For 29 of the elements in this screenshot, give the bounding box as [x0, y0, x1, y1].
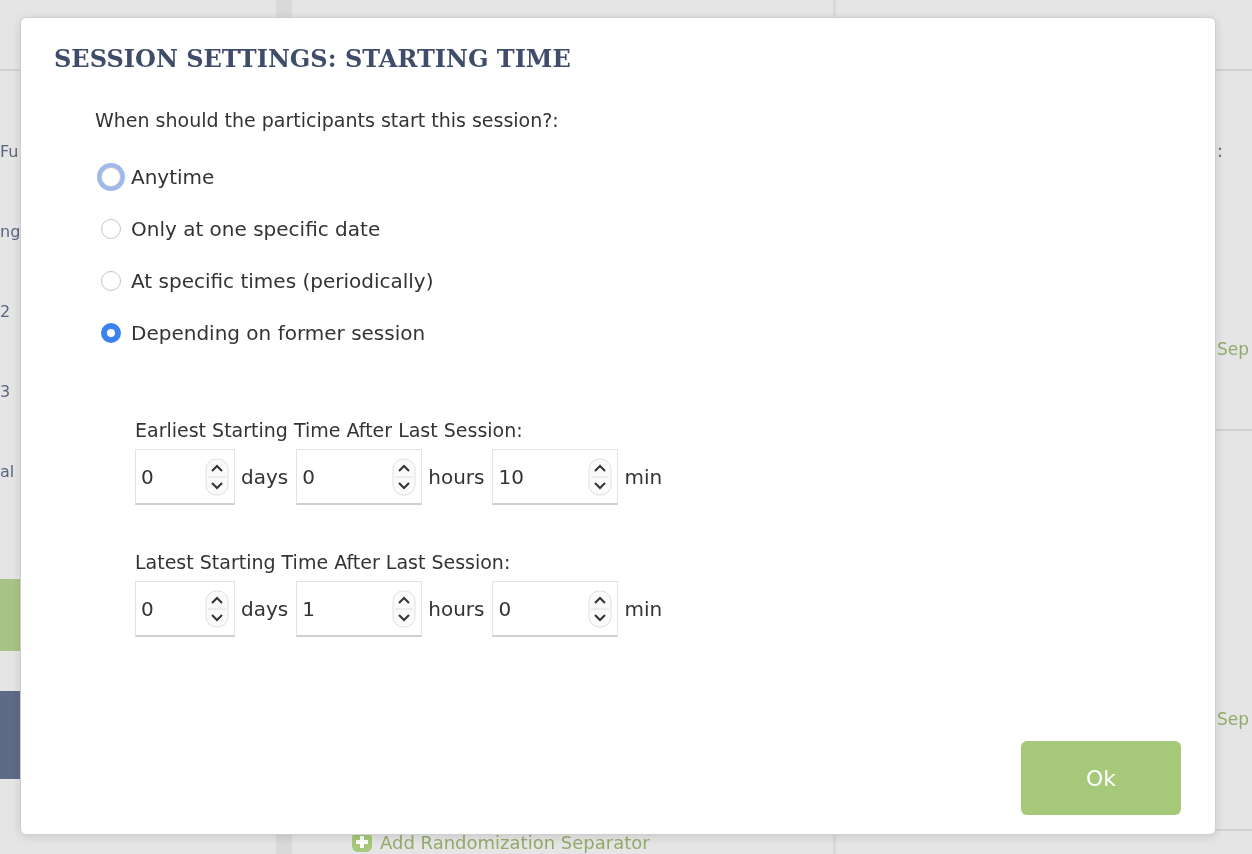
field-label: Earliest Starting Time After Last Session: — [135, 419, 524, 441]
radio-button[interactable] — [101, 219, 121, 239]
unit-label: min — [624, 597, 663, 621]
spinner-icon[interactable] — [205, 458, 229, 496]
unit-label: days — [241, 465, 289, 489]
unit-label: hours — [428, 597, 485, 621]
label-text: 3 — [0, 381, 11, 401]
radio-option[interactable]: At specific times (periodically) — [95, 255, 440, 307]
spinner-icon[interactable] — [392, 590, 417, 628]
spinner-icon[interactable] — [392, 458, 417, 496]
radio-option[interactable]: Depending on former session — [95, 307, 432, 359]
unit-label: hours — [428, 465, 485, 489]
label-text: 2 — [0, 301, 11, 321]
label-text: Fu — [0, 141, 19, 161]
label-text: ng — [0, 221, 21, 241]
label-text: : — [1217, 141, 1223, 161]
spinner-icon[interactable] — [588, 590, 613, 628]
spinner-icon[interactable] — [205, 590, 229, 628]
unit-label: days — [241, 597, 289, 621]
unit-label: min — [624, 465, 663, 489]
question-text: When should the participants start this session?: — [95, 109, 559, 131]
field-label: Latest Starting Time After Last Session: — [135, 551, 512, 573]
radio-option[interactable]: Anytime — [95, 151, 221, 203]
label-text: al — [0, 461, 15, 481]
spinner-icon[interactable] — [588, 458, 613, 496]
radio-button[interactable] — [101, 271, 121, 291]
dialog-title: SESSION SETTINGS: STARTING TIME — [54, 44, 571, 73]
radio-button[interactable] — [101, 323, 121, 343]
radio-option[interactable]: Only at one specific date — [95, 203, 387, 255]
